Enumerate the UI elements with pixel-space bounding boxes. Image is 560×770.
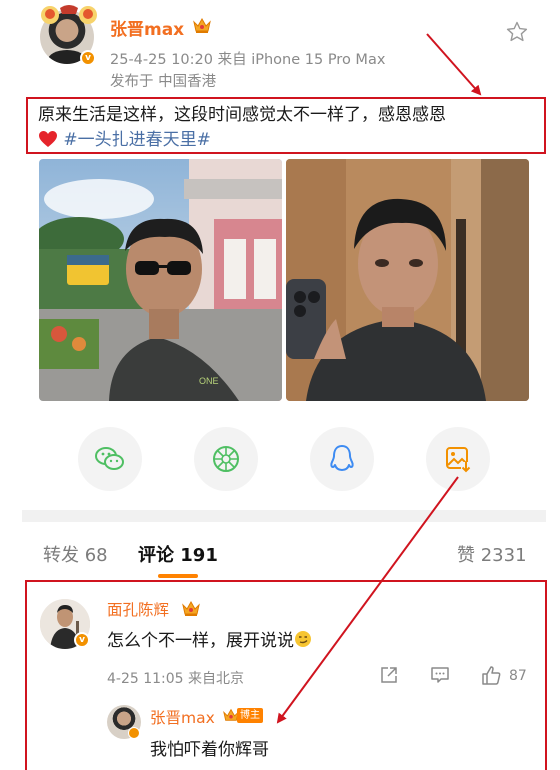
crown-icon [193, 17, 211, 33]
author-badge: 博主 [222, 707, 263, 724]
tab-like[interactable]: 赞 2331 [457, 541, 527, 567]
tab-comment[interactable]: 评论 191 [138, 541, 218, 567]
qq-icon [330, 445, 354, 471]
mirror-selfie-image [286, 159, 529, 401]
tab-like-label: 赞 [457, 545, 475, 566]
crown-icon [182, 600, 200, 616]
tab-like-count: 2331 [480, 545, 527, 566]
commenter-verified-icon: v [74, 632, 90, 648]
post-meta: 25-4-25 10:20 来自 iPhone 15 Pro Max [110, 52, 386, 68]
moments-icon [213, 446, 239, 472]
heart-icon [39, 131, 57, 147]
star-icon[interactable] [505, 20, 529, 44]
street-selfie-image: ONE [39, 159, 282, 401]
author-name[interactable]: 张晋max [110, 15, 184, 40]
post-text-line: 原来生活是这样，这段时间感觉太不一样了，感恩感恩 [38, 105, 446, 125]
tab-comment-label: 评论 [138, 545, 174, 566]
share-qq-button[interactable] [310, 427, 374, 491]
share-icon[interactable] [379, 665, 399, 685]
commenter-name[interactable]: 面孔陈辉 [107, 598, 169, 620]
wechat-icon [95, 447, 124, 470]
tab-repost[interactable]: 转发 68 [43, 541, 108, 567]
section-divider [22, 510, 546, 522]
comment-like-count: 87 [509, 668, 527, 684]
save-image-icon [446, 447, 471, 473]
smirk-emoji-icon [295, 631, 311, 647]
tab-repost-count: 68 [84, 545, 108, 566]
author-tag: 博主 [237, 708, 263, 723]
svg-text:ONE: ONE [199, 376, 219, 386]
verified-badge-icon: v [80, 50, 96, 66]
comment-highlight-box [25, 580, 547, 770]
cartoon-ox-decoration-icon [41, 5, 97, 24]
share-moments-button[interactable] [194, 427, 258, 491]
share-wechat-button[interactable] [78, 427, 142, 491]
reply-verified-icon [128, 727, 140, 739]
reply-text: 我怕吓着你辉哥 [150, 740, 269, 760]
active-tab-indicator [158, 574, 198, 578]
hashtag-link[interactable]: #一头扎进春天里# [63, 130, 211, 150]
comment-meta: 4-25 11:05 来自北京 [107, 671, 245, 687]
tab-repost-label: 转发 [43, 545, 79, 566]
tab-comment-count: 191 [180, 545, 218, 566]
save-image-button[interactable] [426, 427, 490, 491]
arrow-to-post-text [426, 33, 482, 96]
thumbs-up-icon[interactable] [480, 664, 502, 686]
comment-text-content: 怎么个不一样，展开说说 [107, 631, 294, 651]
reply-author-name[interactable]: 张晋max [150, 706, 215, 728]
comment-text: 怎么个不一样，展开说说 [107, 626, 312, 651]
post-photo-1[interactable]: ONE [39, 159, 282, 401]
post-photo-2[interactable] [286, 159, 529, 401]
post-text: 原来生活是这样，这段时间感觉太不一样了，感恩感恩 #一头扎进春天里# [26, 97, 546, 154]
author-avatar[interactable]: v [38, 4, 100, 66]
comment-reply-icon[interactable] [430, 665, 450, 685]
post-location: 发布于 中国香港 [110, 74, 217, 90]
